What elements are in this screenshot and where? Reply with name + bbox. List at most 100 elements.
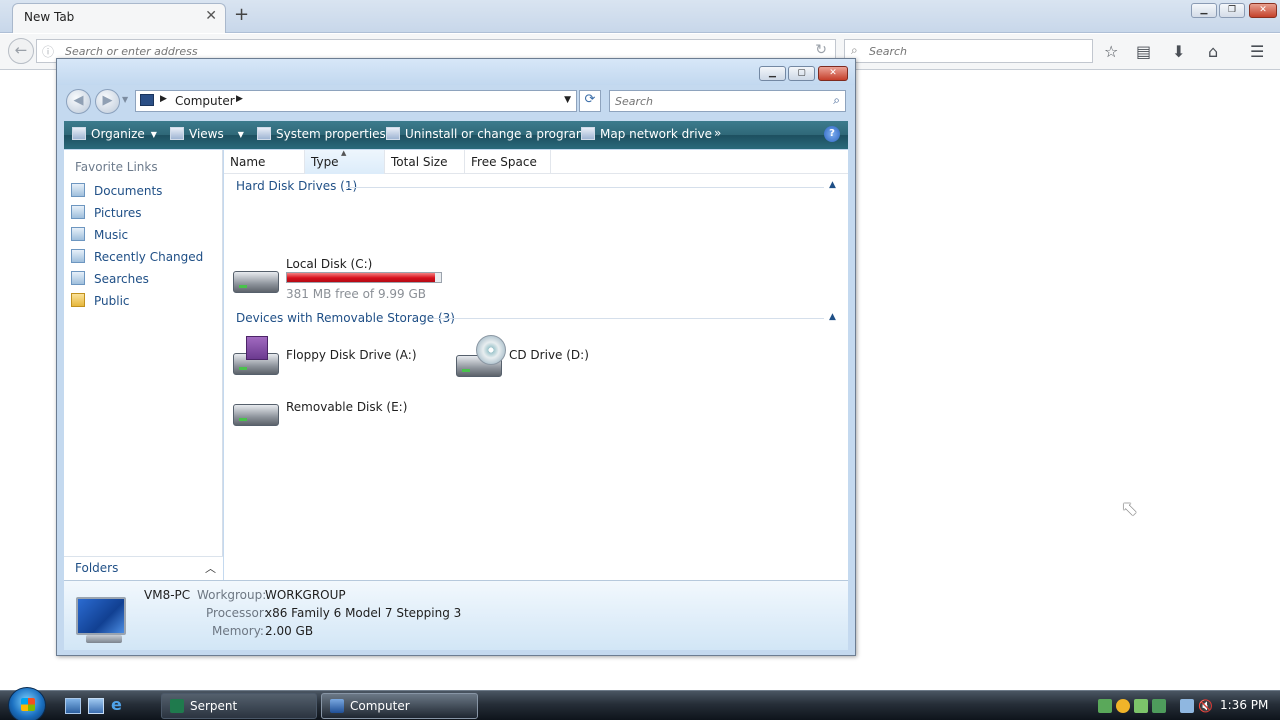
column-header-total-size[interactable]: Total Size: [385, 150, 465, 174]
tab-title: New Tab: [24, 10, 75, 24]
drive-label: Floppy Disk Drive (A:): [286, 348, 417, 362]
tab-close-icon[interactable]: ✕: [205, 8, 217, 24]
pictures-icon: [71, 205, 85, 219]
tray-security-icon[interactable]: [1116, 699, 1130, 713]
collapse-group-icon[interactable]: ▲: [829, 312, 836, 322]
breadcrumb-computer[interactable]: Computer: [175, 94, 235, 108]
volume-muted-icon[interactable]: 🔇: [1198, 699, 1213, 713]
refresh-icon[interactable]: ⟳: [579, 90, 601, 112]
column-header-name[interactable]: Name: [224, 150, 305, 174]
address-dropdown-icon[interactable]: ▼: [564, 95, 571, 105]
nav-item-pictures[interactable]: Pictures: [71, 205, 142, 223]
switch-windows-icon[interactable]: [88, 698, 104, 714]
explorer-search-box[interactable]: ⌕: [609, 90, 846, 112]
explorer-close-button[interactable]: ✕: [818, 66, 848, 81]
removable-disk-icon: [233, 404, 279, 426]
info-icon: ⓘ: [42, 45, 55, 59]
browser-search-input[interactable]: [869, 43, 1079, 60]
uninstall-icon: [386, 127, 400, 140]
computer-base-icon: [86, 635, 122, 643]
organize-button[interactable]: Organize ▼: [72, 127, 157, 141]
bookmarks-menu-icon[interactable]: ▤: [1136, 42, 1151, 61]
network-drive-icon: [581, 127, 595, 140]
disk-usage-bar: [286, 272, 442, 283]
home-icon[interactable]: ⌂: [1208, 42, 1218, 61]
nav-item-recently-changed[interactable]: Recently Changed: [71, 249, 203, 267]
explorer-title-bar[interactable]: ▁ ▢ ✕: [57, 59, 855, 85]
computer-monitor-icon: [76, 597, 126, 635]
group-header-removable-storage[interactable]: Devices with Removable Storage (3): [236, 311, 455, 325]
nav-item-documents[interactable]: Documents: [71, 183, 162, 201]
back-arrow-icon[interactable]: ←: [8, 38, 34, 64]
search-icon[interactable]: ⌕: [833, 93, 840, 108]
views-button[interactable]: Views ▼: [170, 127, 244, 141]
show-desktop-icon[interactable]: [65, 698, 81, 714]
workgroup-label: Workgroup:: [197, 588, 267, 602]
disk-free-text: 381 MB free of 9.99 GB: [286, 287, 427, 301]
nav-item-searches[interactable]: Searches: [71, 271, 149, 289]
computer-name: VM8-PC: [144, 588, 191, 602]
chevron-up-icon[interactable]: ︿: [205, 560, 216, 576]
recent-icon: [71, 249, 85, 263]
memory-label: Memory:: [212, 624, 264, 638]
workgroup-value: WORKGROUP: [265, 588, 346, 602]
uninstall-program-button[interactable]: Uninstall or change a program: [386, 127, 588, 141]
file-list-pane: Name Type ▲ Total Size Free Space Hard D…: [224, 149, 848, 580]
downloads-icon[interactable]: ⬇: [1172, 42, 1185, 61]
group-header-hard-disk-drives[interactable]: Hard Disk Drives (1): [236, 179, 357, 193]
breadcrumb-arrow-icon[interactable]: ▶: [236, 94, 243, 104]
nav-item-public[interactable]: Public: [71, 293, 130, 311]
new-tab-button[interactable]: +: [234, 4, 249, 25]
column-header-free-space[interactable]: Free Space: [465, 150, 551, 174]
internet-explorer-icon[interactable]: e: [111, 697, 127, 714]
reload-icon[interactable]: ↻: [815, 42, 827, 58]
computer-explorer-window: ▁ ▢ ✕ ◀ ▶ ▼ ▶ Computer ▶ ▼ ⟳ ⌕ Organize▼…: [56, 58, 856, 656]
tray-update-icon[interactable]: [1152, 699, 1166, 713]
explorer-address-bar[interactable]: ▶ Computer ▶ ▼: [135, 90, 577, 112]
browser-tab-strip: New Tab ✕ + ▁ ❐ ✕: [0, 0, 1280, 33]
browser-tab[interactable]: New Tab ✕: [12, 3, 226, 33]
floppy-disk-icon: [246, 336, 268, 360]
serpent-app-icon: [170, 699, 184, 713]
explorer-search-input[interactable]: [615, 94, 815, 109]
map-network-drive-button[interactable]: Map network drive: [581, 127, 712, 141]
computer-small-icon: [140, 94, 154, 106]
start-button[interactable]: [8, 687, 46, 720]
recent-pages-dropdown-icon[interactable]: ▼: [122, 95, 128, 104]
processor-label: Processor:: [206, 606, 268, 620]
breadcrumb-arrow-icon[interactable]: ▶: [160, 94, 167, 104]
more-commands-icon[interactable]: »: [714, 126, 721, 140]
bookmark-star-icon[interactable]: ☆: [1104, 42, 1118, 61]
navigation-pane: Favorite Links Documents Pictures Music …: [64, 150, 223, 580]
explorer-forward-icon[interactable]: ▶: [95, 89, 120, 114]
tray-check-icon[interactable]: [1134, 699, 1148, 713]
disk-usage-fill: [287, 273, 436, 282]
browser-restore-button[interactable]: ❐: [1219, 3, 1245, 18]
taskbar-button-computer[interactable]: Computer: [321, 693, 478, 719]
nav-item-music[interactable]: Music: [71, 227, 128, 245]
tray-network-icon[interactable]: [1098, 699, 1112, 713]
explorer-maximize-button[interactable]: ▢: [788, 66, 815, 81]
views-icon: [170, 127, 184, 140]
explorer-minimize-button[interactable]: ▁: [759, 66, 786, 81]
browser-close-button[interactable]: ✕: [1249, 3, 1277, 18]
collapse-group-icon[interactable]: ▲: [829, 180, 836, 190]
group-divider: [346, 187, 824, 188]
explorer-address-row: ◀ ▶ ▼ ▶ Computer ▶ ▼ ⟳ ⌕: [57, 87, 855, 117]
hamburger-menu-icon[interactable]: ☰: [1250, 42, 1264, 61]
column-headers: Name Type ▲ Total Size Free Space: [224, 149, 848, 174]
browser-search-bar[interactable]: ⌕: [844, 39, 1093, 63]
documents-icon: [71, 183, 85, 197]
explorer-back-icon[interactable]: ◀: [66, 89, 91, 114]
taskbar-clock[interactable]: 1:36 PM: [1220, 698, 1268, 712]
system-properties-button[interactable]: System properties: [257, 127, 386, 141]
tray-display-icon[interactable]: [1180, 699, 1194, 713]
help-icon[interactable]: ?: [824, 126, 840, 142]
searches-icon: [71, 271, 85, 285]
browser-minimize-button[interactable]: ▁: [1191, 3, 1217, 18]
processor-value: x86 Family 6 Model 7 Stepping 3: [265, 606, 462, 620]
folders-toggle[interactable]: Folders ︿: [64, 556, 223, 580]
taskbar: e Serpent Computer 🔇 1:36 PM: [0, 687, 1280, 720]
search-icon: ⌕: [851, 43, 858, 57]
taskbar-button-serpent[interactable]: Serpent: [161, 693, 317, 719]
